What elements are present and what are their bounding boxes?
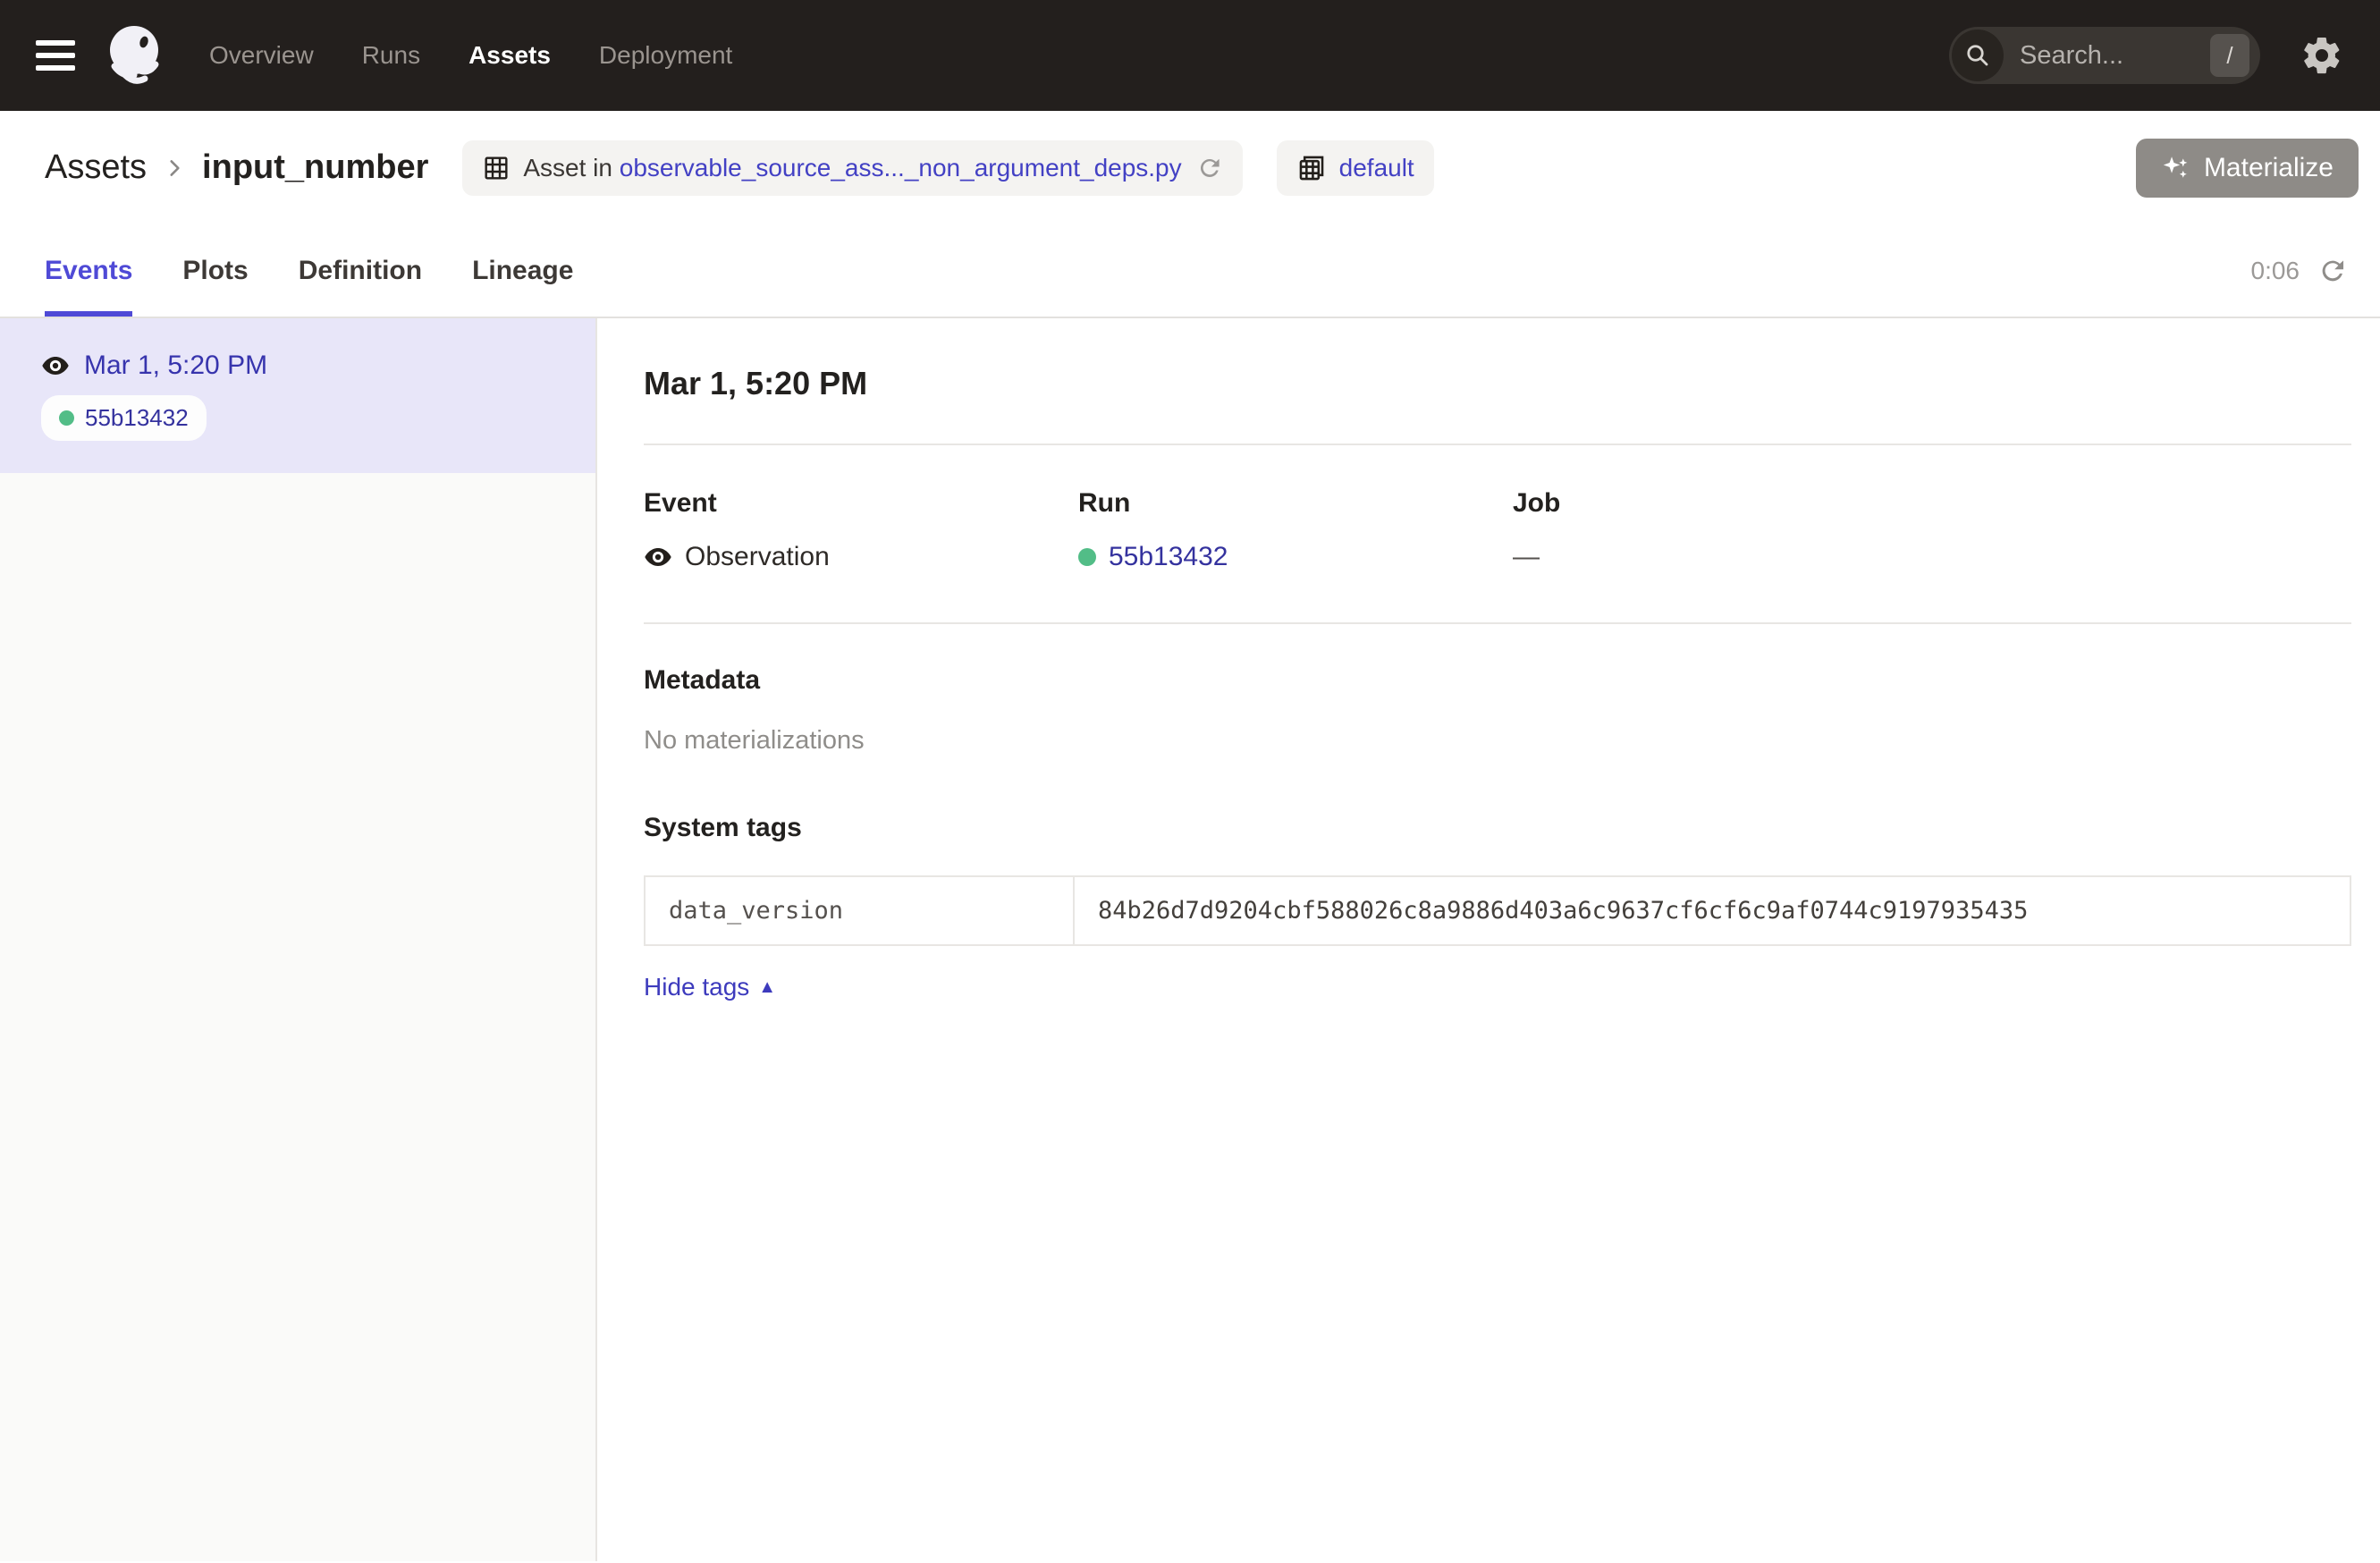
run-column: Run 55b13432	[1078, 488, 1513, 572]
search-icon	[1952, 30, 2004, 81]
breadcrumb-assets-link[interactable]: Assets	[45, 148, 147, 187]
run-status-dot	[59, 410, 74, 426]
observation-eye-icon	[644, 543, 672, 571]
nav-item-deployment[interactable]: Deployment	[599, 41, 732, 70]
asset-name: input_number	[202, 148, 428, 187]
nav-item-assets[interactable]: Assets	[468, 41, 551, 70]
refresh-countdown: 0:06	[2251, 257, 2300, 285]
code-location-link[interactable]: observable_source_ass..._non_argument_de…	[620, 154, 1182, 182]
metadata-heading: Metadata	[644, 665, 2351, 696]
top-nav: Overview Runs Assets Deployment Search..…	[0, 0, 2380, 111]
refresh-icon[interactable]	[2317, 256, 2348, 286]
run-id-label: 55b13432	[85, 404, 189, 432]
system-tags-heading: System tags	[644, 813, 2351, 843]
event-detail-title: Mar 1, 5:20 PM	[644, 365, 2351, 402]
asset-group-icon	[1296, 153, 1327, 183]
event-column-header: Event	[644, 488, 1078, 519]
observation-eye-icon	[41, 351, 70, 380]
asset-group-pill[interactable]: default	[1277, 140, 1434, 196]
event-list-sidebar: Mar 1, 5:20 PM 55b13432	[0, 318, 597, 1561]
gear-icon	[2300, 34, 2343, 77]
search-input[interactable]: Search... /	[1949, 27, 2260, 84]
nav-item-overview[interactable]: Overview	[209, 41, 314, 70]
dagster-logo-icon[interactable]	[100, 20, 172, 91]
tag-key-cell: data_version	[645, 876, 1074, 945]
reload-location-icon[interactable]	[1196, 155, 1223, 182]
event-list-item[interactable]: Mar 1, 5:20 PM 55b13432	[0, 318, 595, 473]
asset-location-pill: Asset in observable_source_ass..._non_ar…	[462, 140, 1242, 196]
search-placeholder: Search...	[2020, 41, 2123, 71]
asset-in-label: Asset in	[523, 154, 619, 182]
primary-nav: Overview Runs Assets Deployment	[209, 41, 732, 70]
nav-item-runs[interactable]: Runs	[362, 41, 420, 70]
hide-tags-link[interactable]: Hide tags ▲	[644, 973, 776, 1001]
run-status-dot	[1078, 548, 1096, 566]
tag-value-cell: 84b26d7d9204cbf588026c8a9886d403a6c9637c…	[1074, 876, 2350, 945]
tab-plots[interactable]: Plots	[182, 224, 248, 317]
event-column: Event Observation	[644, 488, 1078, 572]
run-chip[interactable]: 55b13432	[41, 395, 207, 441]
table-grid-icon	[482, 154, 511, 182]
chevron-up-icon: ▲	[758, 977, 776, 998]
event-timestamp: Mar 1, 5:20 PM	[84, 351, 267, 381]
metadata-empty-text: No materializations	[644, 726, 2351, 756]
job-empty-value: —	[1513, 542, 1540, 572]
job-column: Job —	[1513, 488, 1947, 572]
asset-header: Assets input_number Asset in observable_…	[0, 111, 2380, 224]
system-tags-table: data_version 84b26d7d9204cbf588026c8a988…	[644, 875, 2351, 946]
divider	[644, 622, 2351, 624]
job-column-header: Job	[1513, 488, 1947, 519]
run-id-link[interactable]: 55b13432	[1109, 542, 1228, 572]
asset-tabs: Events Plots Definition Lineage 0:06	[0, 224, 2380, 318]
run-column-header: Run	[1078, 488, 1513, 519]
settings-button[interactable]	[2300, 33, 2344, 78]
table-row: data_version 84b26d7d9204cbf588026c8a988…	[645, 876, 2350, 945]
materialize-button[interactable]: Materialize	[2136, 139, 2359, 198]
breadcrumb-chevron-icon	[163, 156, 186, 180]
event-detail-panel: Mar 1, 5:20 PM Event Observation Run	[597, 318, 2380, 1561]
asset-group-link[interactable]: default	[1339, 154, 1414, 182]
hide-tags-label: Hide tags	[644, 973, 749, 1001]
sparkle-icon	[2161, 153, 2191, 183]
tab-definition[interactable]: Definition	[299, 224, 422, 317]
search-shortcut-key: /	[2210, 34, 2249, 77]
tab-events[interactable]: Events	[45, 224, 132, 317]
materialize-label: Materialize	[2204, 153, 2334, 183]
divider	[644, 444, 2351, 445]
event-type-label: Observation	[685, 542, 830, 572]
hamburger-menu-icon[interactable]	[36, 40, 75, 71]
tab-lineage[interactable]: Lineage	[472, 224, 573, 317]
